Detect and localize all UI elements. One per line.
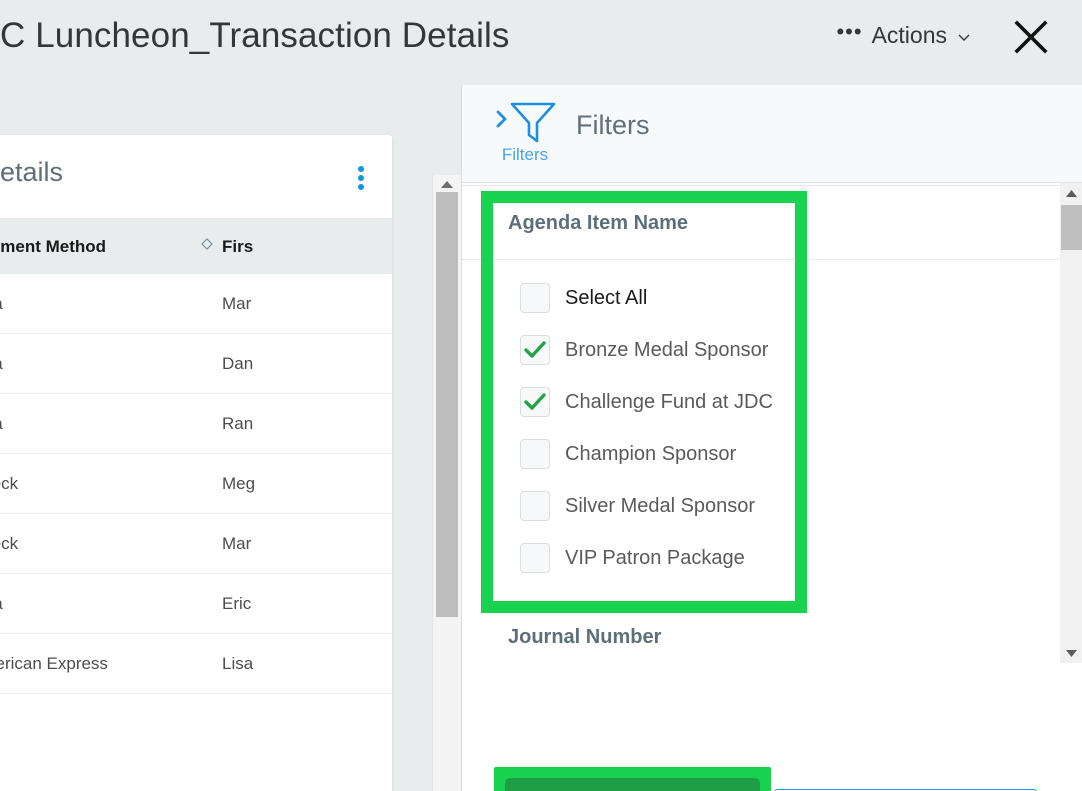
filter-option-bronze-medal-sponsor[interactable]: Bronze Medal Sponsor <box>462 324 1060 376</box>
scrollbar-thumb[interactable] <box>436 192 458 617</box>
card-title: n Details <box>0 157 64 187</box>
column-header-first-name[interactable]: Firs <box>222 237 422 257</box>
checkbox-unchecked-icon[interactable] <box>520 439 550 469</box>
cell-first-name: Mar <box>222 533 252 553</box>
transaction-details-modal: C Luncheon_Transaction Details ••• Actio… <box>0 0 1082 791</box>
cell-first-name: Mar <box>222 293 252 313</box>
filters-scroll-area: Agenda Item Name Select All Bronze Medal… <box>462 183 1060 663</box>
funnel-icon <box>488 98 562 148</box>
filters-vertical-scrollbar[interactable] <box>1060 183 1082 663</box>
checkbox-unchecked-icon[interactable] <box>520 543 550 573</box>
column-header-label: Payment Method <box>0 236 107 256</box>
filter-group-title: Agenda Item Name <box>462 186 1060 260</box>
checkbox-unchecked-icon[interactable] <box>520 491 550 521</box>
scroll-up-arrow-icon[interactable] <box>1060 183 1082 203</box>
scrollbar-thumb[interactable] <box>1061 205 1082 250</box>
filter-option-label: Silver Medal Sponsor <box>565 494 756 517</box>
cell-first-name: Eric <box>222 593 252 613</box>
column-header-label: Firs <box>222 236 254 256</box>
checkbox-checked-icon[interactable] <box>520 387 550 417</box>
modal-header: C Luncheon_Transaction Details ••• Actio… <box>0 0 1082 85</box>
cell-payment-method: Visa <box>0 354 3 374</box>
filter-option-list: Select All Bronze Medal Sponsor Challeng… <box>462 260 1060 602</box>
filter-option-silver-medal-sponsor[interactable]: Silver Medal Sponsor <box>462 480 1060 532</box>
filter-option-label: Select All <box>565 286 648 309</box>
apply-button[interactable]: Apply <box>505 778 760 791</box>
filter-group-title: Journal Number <box>508 626 662 648</box>
close-button[interactable] <box>1008 16 1054 62</box>
checkbox-checked-icon[interactable] <box>520 335 550 365</box>
cell-payment-method: American Express <box>0 653 108 673</box>
column-header-payment-method[interactable]: Payment Method <box>0 237 192 257</box>
filters-toggle-button[interactable]: Filters <box>488 98 562 174</box>
table-row[interactable]: Visa Eric <box>0 574 392 634</box>
table-row[interactable]: Visa Dan <box>0 334 392 394</box>
cell-payment-method: Check <box>0 473 19 493</box>
filter-option-champion-sponsor[interactable]: Champion Sponsor <box>462 428 1060 480</box>
filter-option-label: Challenge Fund at JDC <box>565 390 773 413</box>
actions-label: Actions <box>871 22 947 48</box>
cell-payment-method: Visa <box>0 414 3 434</box>
actions-dots-icon: ••• <box>836 18 863 44</box>
cell-first-name: Meg <box>222 473 256 493</box>
table-row[interactable]: Visa Ran <box>0 394 392 454</box>
actions-menu-button[interactable]: ••• Actions <box>836 18 972 49</box>
filter-option-vip-patron-package[interactable]: VIP Patron Package <box>462 532 1060 584</box>
filters-panel: Filters Filters Agenda Item Name Select … <box>461 85 1082 791</box>
table-header-row: Payment Method Firs <box>0 219 392 274</box>
filters-panel-title: Filters <box>576 110 650 140</box>
filter-option-challenge-fund-at-jdc[interactable]: Challenge Fund at JDC <box>462 376 1060 428</box>
cell-payment-method: Check <box>0 533 19 553</box>
cell-first-name: Ran <box>222 413 254 433</box>
filter-option-label: Bronze Medal Sponsor <box>565 338 769 361</box>
cell-payment-method: Visa <box>0 594 3 614</box>
table-row[interactable]: Visa Mar <box>0 274 392 334</box>
chevron-down-icon <box>956 29 972 45</box>
scroll-down-arrow-icon[interactable] <box>1060 643 1082 663</box>
cell-first-name: Dan <box>222 353 254 373</box>
filters-footer: Apply Clear All <box>462 663 1082 791</box>
card-header: n Details <box>0 135 392 219</box>
sort-icon[interactable] <box>192 236 222 258</box>
filter-group-journal-number: Journal Number <box>462 602 1060 663</box>
table-row[interactable]: Check Meg <box>0 454 392 514</box>
checkbox-unchecked-icon[interactable] <box>520 283 550 313</box>
cell-payment-method: Visa <box>0 294 3 314</box>
table-row[interactable]: Check Mar <box>0 514 392 574</box>
table-row[interactable]: American Express Lisa <box>0 634 392 694</box>
filters-panel-header: Filters Filters <box>462 85 1082 183</box>
scroll-up-arrow-icon[interactable] <box>433 175 461 192</box>
filter-group-agenda-item-name: Agenda Item Name Select All Bronze Medal… <box>462 186 1060 602</box>
transaction-table-region: n Details Payment Method Firs <box>0 85 461 791</box>
table-vertical-scrollbar[interactable] <box>432 175 461 791</box>
filter-option-select-all[interactable]: Select All <box>462 272 1060 324</box>
table-body: Visa Mar Visa Dan Visa Ran <box>0 274 392 694</box>
filter-option-label: Champion Sponsor <box>565 442 737 465</box>
close-icon <box>1011 17 1051 62</box>
filter-option-label: VIP Patron Package <box>565 546 745 569</box>
page-title: C Luncheon_Transaction Details <box>0 16 510 55</box>
more-options-icon[interactable] <box>352 163 370 193</box>
transaction-details-card: n Details Payment Method Firs <box>0 135 392 791</box>
apply-button-highlight: Apply <box>494 767 771 791</box>
cell-first-name: Lisa <box>222 653 254 673</box>
